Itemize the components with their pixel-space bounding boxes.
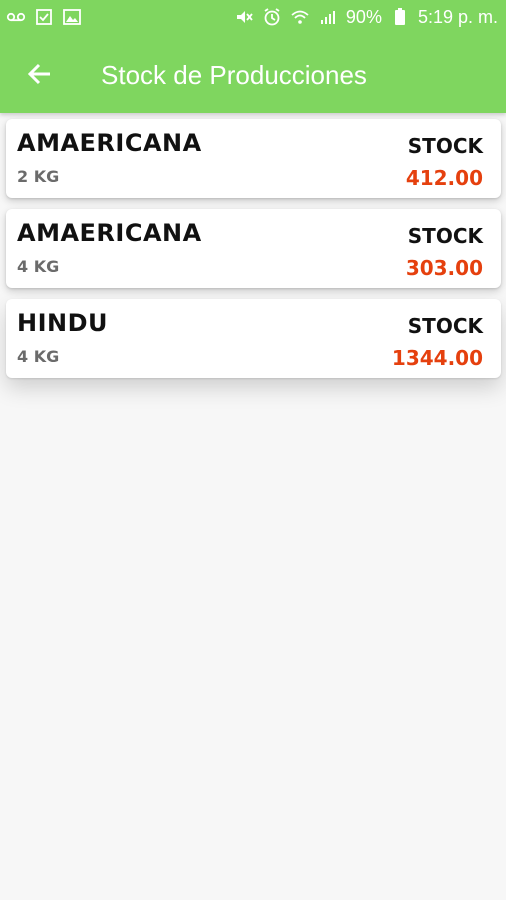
- stock-label: STOCK: [407, 224, 483, 248]
- checkbox-clipboard-icon: [34, 7, 54, 27]
- signal-icon: [318, 7, 338, 27]
- product-weight: 4 KG: [17, 257, 60, 276]
- list-item[interactable]: AMAERICANA 2 KG STOCK 412.00: [6, 119, 501, 198]
- voicemail-icon: [6, 7, 26, 27]
- stock-list: AMAERICANA 2 KG STOCK 412.00 AMAERICANA …: [6, 119, 501, 389]
- status-time: 5:19 p. m.: [417, 7, 498, 27]
- app-bar: 90% 5:19 p. m. Stock de Producciones: [0, 0, 506, 113]
- status-bar: 90% 5:19 p. m.: [0, 0, 506, 36]
- list-item[interactable]: HINDU 4 KG STOCK 1344.00: [6, 299, 501, 378]
- product-name: AMAERICANA: [17, 129, 202, 157]
- stock-value: 412.00: [405, 166, 483, 190]
- product-name: AMAERICANA: [17, 219, 202, 247]
- product-weight: 4 KG: [17, 347, 60, 366]
- wifi-icon: [290, 7, 310, 27]
- image-icon: [62, 7, 82, 27]
- product-name: HINDU: [17, 309, 109, 337]
- alarm-icon: [262, 7, 282, 27]
- stock-label: STOCK: [407, 314, 483, 338]
- product-weight: 2 KG: [17, 167, 60, 186]
- stock-value: 303.00: [405, 256, 483, 280]
- mute-icon: [234, 7, 254, 27]
- stock-value: 1344.00: [391, 346, 483, 370]
- page-title: Stock de Producciones: [101, 60, 367, 90]
- back-button[interactable]: [22, 58, 58, 94]
- battery-icon: [390, 7, 410, 27]
- battery-percent: 90%: [345, 7, 382, 27]
- stock-label: STOCK: [407, 134, 483, 158]
- list-item[interactable]: AMAERICANA 4 KG STOCK 303.00: [6, 209, 501, 288]
- arrow-left-icon: [27, 61, 53, 91]
